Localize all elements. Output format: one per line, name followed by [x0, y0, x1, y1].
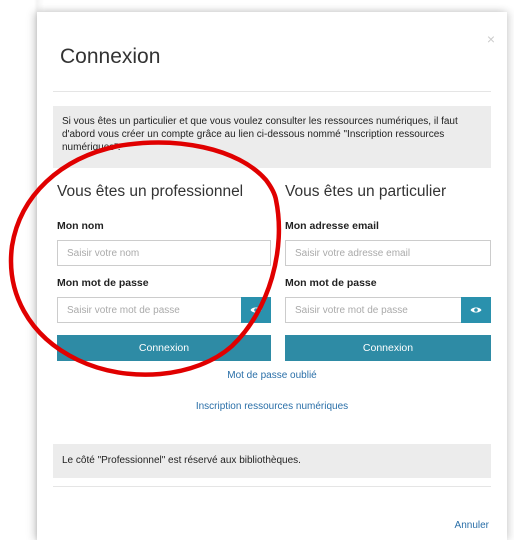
individual-show-password-button[interactable] [461, 297, 491, 323]
professional-name-input[interactable] [57, 240, 271, 266]
modal-title: Connexion [60, 45, 161, 68]
professional-heading: Vous êtes un professionnel [57, 183, 244, 200]
individual-email-label: Mon adresse email [285, 220, 379, 232]
individual-email-input[interactable] [285, 240, 491, 266]
footer-divider [53, 486, 491, 487]
individual-heading: Vous êtes un particulier [285, 183, 447, 200]
individual-login-button[interactable]: Connexion [285, 335, 491, 361]
cancel-button[interactable]: Annuler [455, 520, 489, 531]
professional-password-label: Mon mot de passe [57, 277, 149, 289]
professional-password-input[interactable] [57, 297, 242, 323]
register-link[interactable]: Inscription ressources numériques [37, 401, 507, 412]
close-icon[interactable]: × [487, 32, 495, 46]
info-message: Si vous êtes un particulier et que vous … [53, 106, 491, 168]
professional-name-label: Mon nom [57, 220, 104, 232]
login-modal: Connexion × Si vous êtes un particulier … [37, 12, 507, 540]
individual-password-label: Mon mot de passe [285, 277, 377, 289]
forgot-password-link[interactable]: Mot de passe oublié [37, 370, 507, 381]
eye-icon [250, 307, 262, 313]
professional-show-password-button[interactable] [241, 297, 271, 323]
eye-icon [470, 307, 482, 313]
professional-notice: Le côté "Professionnel" est réservé aux … [53, 444, 491, 478]
individual-password-input[interactable] [285, 297, 462, 323]
header-divider [53, 91, 491, 92]
professional-login-button[interactable]: Connexion [57, 335, 271, 361]
